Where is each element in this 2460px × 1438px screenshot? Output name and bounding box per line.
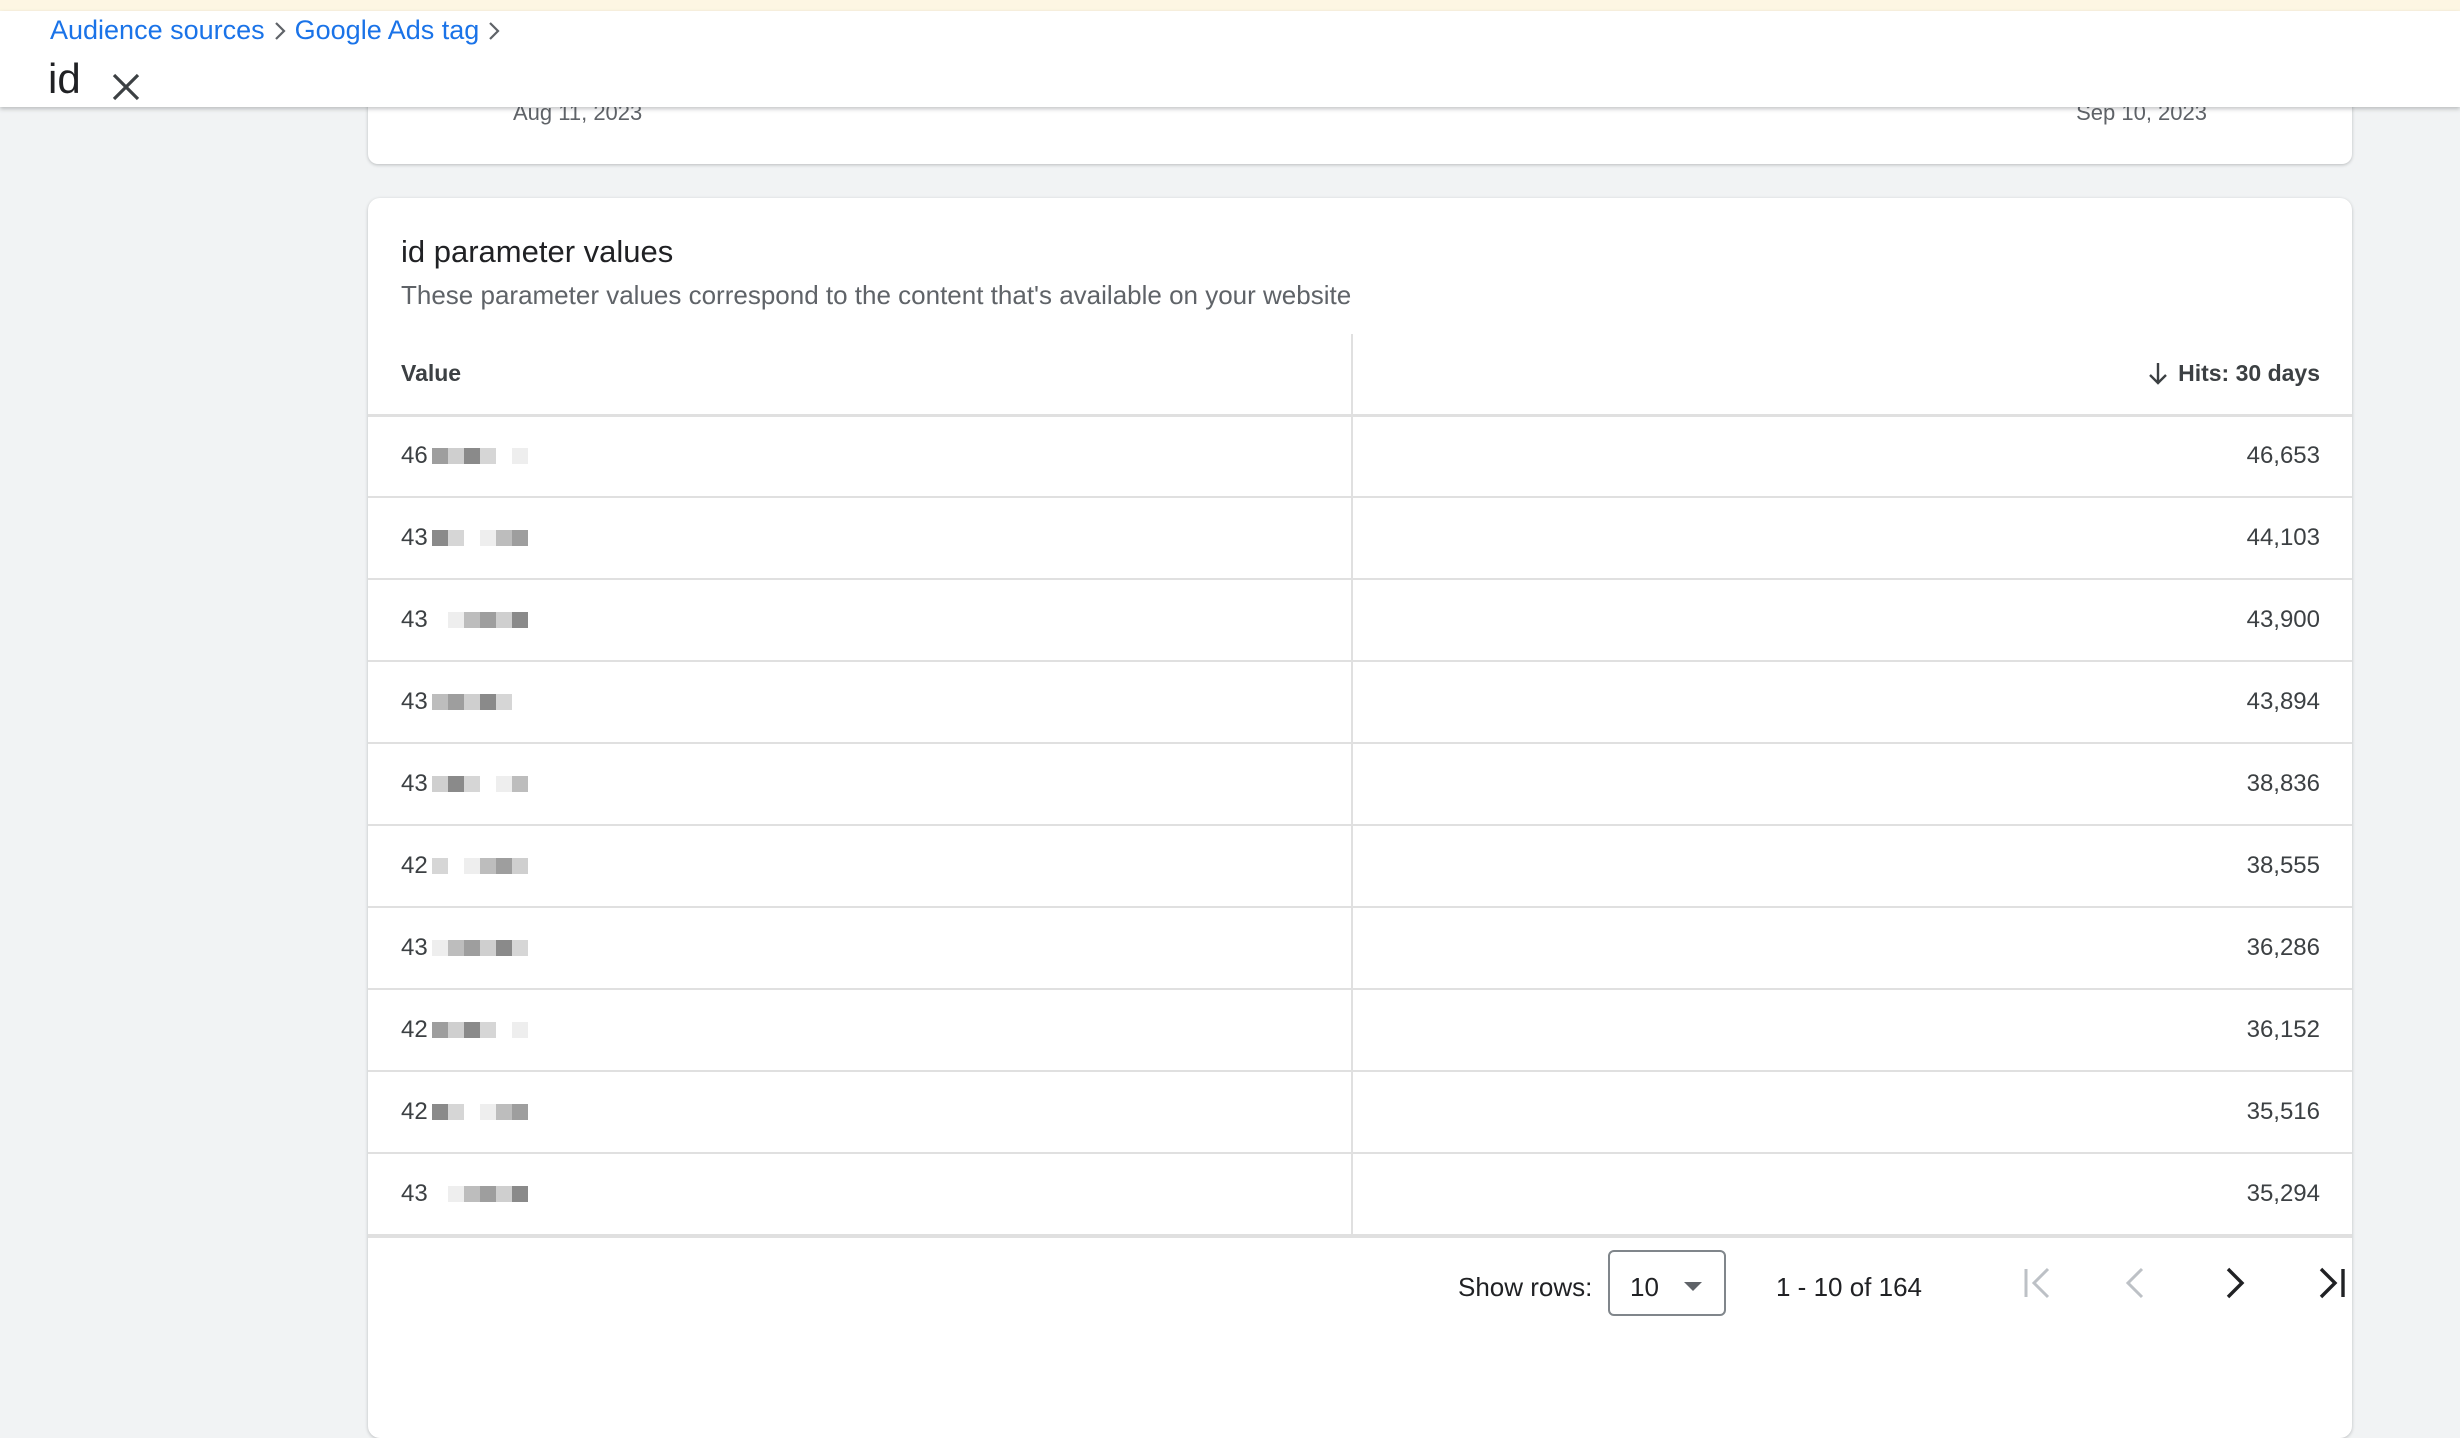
value-cell: 43 (401, 1180, 528, 1208)
redacted-value-mask (431, 1186, 528, 1202)
breadcrumb: Audience sources Google Ads tag (50, 15, 509, 46)
table-row[interactable]: 42 35,516 (368, 1072, 2352, 1154)
table-row[interactable]: 43 36,286 (368, 908, 2352, 990)
card-title: id parameter values (401, 234, 674, 269)
hits-cell: 44,103 (2246, 524, 2320, 551)
pagination-bar: Show rows: 10 1 - 10 of 164 (368, 1236, 2352, 1338)
column-header-hits-label: Hits: 30 days (2178, 360, 2320, 386)
table-row[interactable]: 43 43,900 (368, 580, 2352, 662)
value-text: 42 (401, 1016, 428, 1043)
table-row[interactable]: 43 38,836 (368, 744, 2352, 826)
hits-cell: 35,294 (2246, 1180, 2320, 1207)
redacted-value-mask (431, 1022, 528, 1038)
breadcrumb-audience-sources[interactable]: Audience sources (50, 15, 265, 46)
value-cell: 42 (401, 852, 528, 880)
hits-cell: 43,900 (2246, 606, 2320, 633)
page-title: id (48, 55, 81, 102)
rows-per-page-select[interactable]: 10 (1608, 1250, 1726, 1316)
top-notification-strip (0, 0, 2460, 11)
close-button[interactable] (108, 69, 144, 105)
redacted-value-mask (431, 694, 528, 710)
pagination-range: 1 - 10 of 164 (1776, 1272, 1922, 1302)
value-cell: 43 (401, 934, 528, 962)
value-cell: 43 (401, 606, 528, 634)
dropdown-caret-icon (1684, 1282, 1702, 1291)
close-icon (112, 73, 140, 101)
chevron-right-icon (2226, 1267, 2245, 1299)
value-text: 43 (401, 1180, 428, 1207)
value-text: 43 (401, 770, 428, 797)
table-row[interactable]: 46 46,653 (368, 416, 2352, 498)
column-header-hits[interactable]: Hits: 30 days (2146, 360, 2320, 387)
table-body: 46 46,653 43 44,103 43 43,900 43 43,894 43 38,836… (368, 416, 2352, 1236)
first-page-icon (2024, 1267, 2050, 1299)
show-rows-label: Show rows: (1458, 1272, 1593, 1302)
column-header-value[interactable]: Value (401, 360, 461, 387)
chevron-left-icon (2125, 1267, 2144, 1299)
value-cell: 42 (401, 1098, 528, 1126)
value-text: 42 (401, 1098, 428, 1125)
redacted-value-mask (431, 530, 528, 546)
parameter-values-card: id parameter values These parameter valu… (368, 198, 2352, 1438)
breadcrumb-google-ads-tag[interactable]: Google Ads tag (295, 15, 480, 46)
rows-per-page-value: 10 (1630, 1272, 1659, 1302)
value-cell: 43 (401, 688, 528, 716)
redacted-value-mask (431, 940, 528, 956)
redacted-value-mask (431, 858, 528, 874)
hits-cell: 36,286 (2246, 934, 2320, 961)
table-row[interactable]: 42 36,152 (368, 990, 2352, 1072)
value-text: 43 (401, 688, 428, 715)
table-row[interactable]: 42 38,555 (368, 826, 2352, 908)
chevron-right-icon (271, 20, 289, 42)
value-cell: 43 (401, 770, 528, 798)
value-text: 42 (401, 852, 428, 879)
hits-cell: 35,516 (2246, 1098, 2320, 1125)
chevron-right-icon (485, 20, 503, 42)
hits-cell: 38,555 (2246, 852, 2320, 879)
last-page-icon (2319, 1267, 2345, 1299)
redacted-value-mask (431, 776, 528, 792)
next-page-button[interactable] (2209, 1258, 2259, 1308)
table-row[interactable]: 43 43,894 (368, 662, 2352, 744)
table-row[interactable]: 43 35,294 (368, 1154, 2352, 1236)
table-header: Value Hits: 30 days (368, 334, 2352, 417)
value-text: 43 (401, 934, 428, 961)
table-row[interactable]: 43 44,103 (368, 498, 2352, 580)
value-cell: 43 (401, 524, 528, 552)
value-text: 43 (401, 524, 428, 551)
hits-cell: 36,152 (2246, 1016, 2320, 1043)
card-subtitle: These parameter values correspond to the… (401, 280, 1352, 310)
last-page-button[interactable] (2306, 1258, 2356, 1308)
first-page-button[interactable] (2013, 1258, 2063, 1308)
hits-cell: 46,653 (2246, 442, 2320, 469)
redacted-value-mask (431, 448, 528, 464)
previous-page-button[interactable] (2111, 1258, 2161, 1308)
redacted-value-mask (431, 612, 528, 628)
arrow-down-icon (2149, 362, 2167, 385)
redacted-value-mask (431, 1104, 528, 1120)
value-cell: 42 (401, 1016, 528, 1044)
value-text: 46 (401, 442, 428, 469)
value-text: 43 (401, 606, 428, 633)
hits-cell: 43,894 (2246, 688, 2320, 715)
page-header: Audience sources Google Ads tag id (0, 11, 2460, 107)
value-cell: 46 (401, 442, 528, 470)
hits-cell: 38,836 (2246, 770, 2320, 797)
